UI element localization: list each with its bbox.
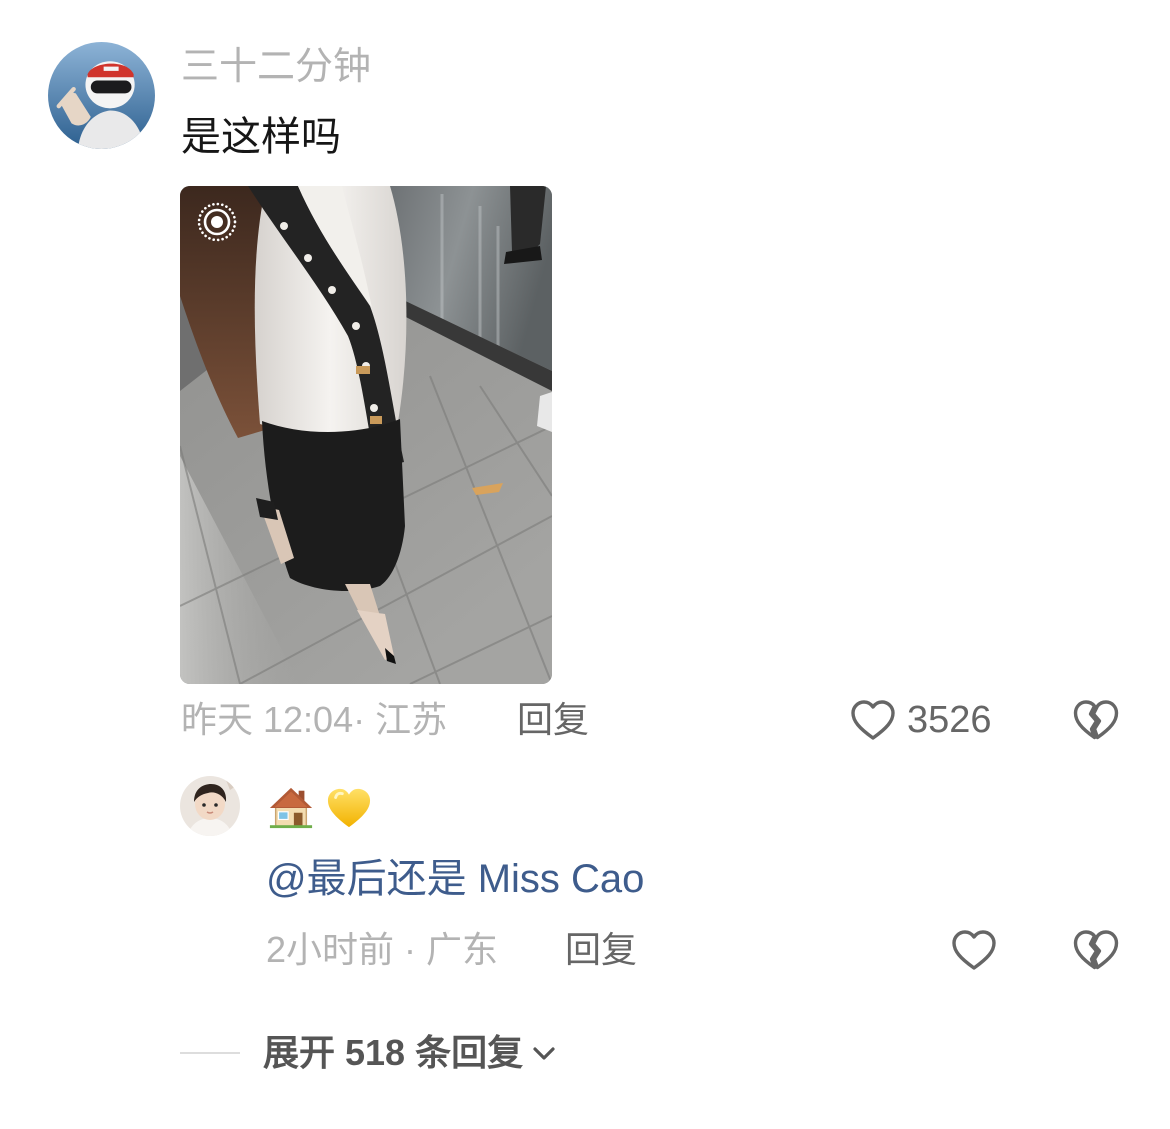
chevron-down-icon [529,1038,559,1068]
comment-photo [180,186,552,684]
heart-outline-icon[interactable] [849,697,897,745]
reply-time-location: 2小时前 · 广东 [266,929,499,970]
like-count: 3526 [907,699,992,741]
reply-button[interactable]: 回复 [517,698,589,742]
reply-button[interactable]: 回复 [565,928,637,972]
expand-replies-button[interactable]: 展开 518 条回复 [263,1031,559,1075]
expand-replies-label: 展开 518 条回复 [263,1032,524,1073]
comment-time-location: 昨天 12:04· 江苏 [181,699,448,740]
comment-image[interactable] [180,186,552,684]
heart-outline-icon[interactable] [950,927,998,975]
broken-heart-icon[interactable] [1072,927,1120,975]
commenter-avatar[interactable] [48,42,155,149]
replier-avatar[interactable] [180,776,240,836]
comment-text: 是这样吗 [181,115,341,159]
mention-link[interactable]: @最后还是 Miss Cao [266,855,644,903]
avatar-image [180,776,240,836]
divider-line [180,1052,240,1054]
live-photo-icon [196,201,238,243]
yellow-heart-emoji [326,786,372,830]
broken-heart-icon[interactable] [1072,697,1120,745]
avatar-image [48,42,155,149]
house-emoji [268,784,314,830]
commenter-username[interactable]: 三十二分钟 [181,45,371,89]
